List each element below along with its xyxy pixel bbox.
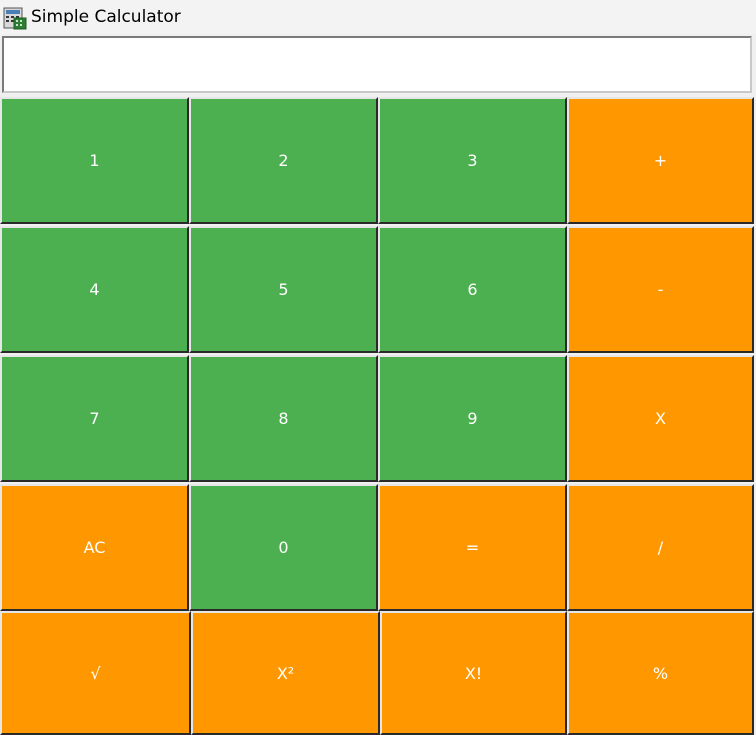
digit-9-button[interactable]: 9	[378, 355, 567, 482]
title-bar: Simple Calculator	[0, 0, 756, 34]
factorial-button[interactable]: X!	[380, 611, 567, 735]
digit-4-button[interactable]: 4	[0, 226, 189, 353]
digit-7-button[interactable]: 7	[0, 355, 189, 482]
digit-5-button[interactable]: 5	[189, 226, 378, 353]
digit-8-button[interactable]: 8	[189, 355, 378, 482]
clear-button[interactable]: AC	[0, 484, 189, 611]
subtract-button[interactable]: -	[567, 226, 754, 353]
divide-button[interactable]: /	[567, 484, 754, 611]
digit-2-button[interactable]: 2	[189, 97, 378, 224]
window-title: Simple Calculator	[31, 7, 181, 27]
calculator-display[interactable]	[2, 36, 752, 93]
calculator-icon	[3, 6, 27, 30]
digit-0-button[interactable]: 0	[189, 484, 378, 611]
square-button[interactable]: X²	[191, 611, 380, 735]
digit-3-button[interactable]: 3	[378, 97, 567, 224]
digit-1-button[interactable]: 1	[0, 97, 189, 224]
add-button[interactable]: +	[567, 97, 754, 224]
equals-button[interactable]: =	[378, 484, 567, 611]
multiply-button[interactable]: X	[567, 355, 754, 482]
percent-button[interactable]: %	[567, 611, 754, 735]
square-root-button[interactable]: √	[0, 611, 191, 735]
digit-6-button[interactable]: 6	[378, 226, 567, 353]
